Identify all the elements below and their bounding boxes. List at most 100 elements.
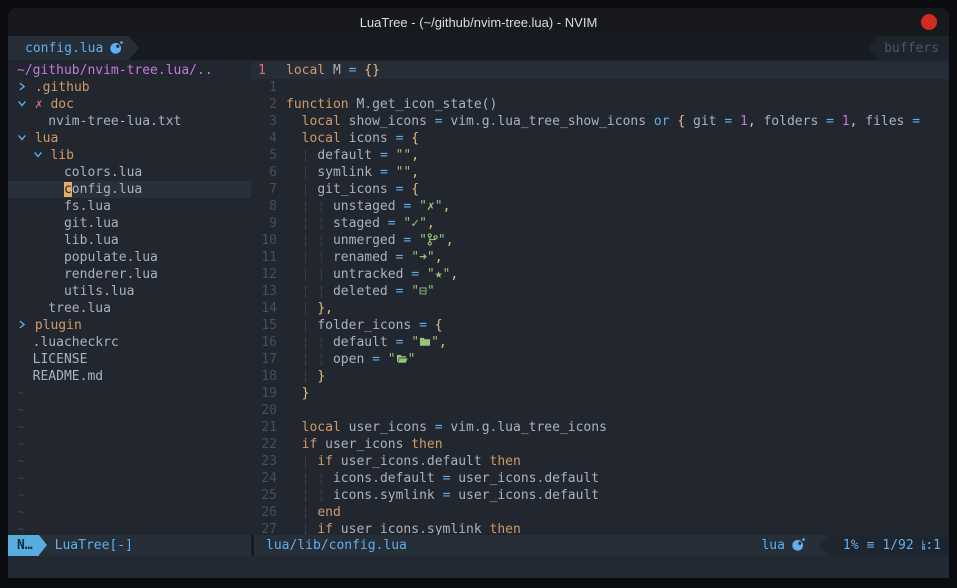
tree-row[interactable]: ~/github/nvim-tree.lua/.. [8,62,251,79]
tree-row[interactable]: git.lua [8,215,251,232]
tree-row[interactable]: ✗ doc [8,96,251,113]
scroll-percent: 1% [843,538,859,553]
lines-icon: ≡ [867,538,875,553]
code-line-text [286,79,949,96]
code-line[interactable]: 10 ¦ ¦ unmerged = "", [251,232,949,249]
window-title: LuaTree - (~/github/nvim-tree.lua) - NVI… [360,15,598,30]
folder-open-icon [396,352,408,367]
code-line-text: local icons = { [286,130,949,147]
code-line[interactable]: 12 ¦ ¦ untracked = "★", [251,266,949,283]
tree-row[interactable]: renderer.lua [8,266,251,283]
code-line-text: ¦ ¦ unmerged = "", [286,232,949,249]
tab-config-lua[interactable]: config.lua [8,36,129,60]
code-line[interactable]: 23 ¦ if user_icons.default then [251,453,949,470]
code-line-text: ¦ git_icons = { [286,181,949,198]
code-line[interactable]: 1local M = {} [251,62,949,79]
code-line-text: ¦ ¦ unstaged = "✗", [286,198,949,215]
code-line[interactable]: 9 ¦ ¦ staged = "✓", [251,215,949,232]
code-line[interactable]: 19 } [251,385,949,402]
statusline-tree-title: LuaTree[-] [55,538,133,553]
empty-line-tilde: ~ [8,470,251,487]
code-line[interactable]: 3 local show_icons = vim.g.lua_tree_show… [251,113,949,130]
code-line-text: ¦ ¦ staged = "✓", [286,215,949,232]
lua-moon-icon [792,538,805,553]
tree-row[interactable]: lib.lua [8,232,251,249]
code-line[interactable]: 8 ¦ ¦ unstaged = "✗", [251,198,949,215]
code-line[interactable]: 4 local icons = { [251,130,949,147]
tree-row[interactable]: LICENSE [8,351,251,368]
tree-row[interactable]: lib [8,147,251,164]
line-number: 25 [251,487,286,504]
line-number: 17 [251,351,286,368]
code-line[interactable]: 22 if user_icons then [251,436,949,453]
line-number: 15 [251,317,286,334]
code-line-text: ¦ if user_icons.default then [286,453,949,470]
filetype-label: lua [761,538,784,553]
code-line-text: ¦ default = "", [286,147,949,164]
code-line[interactable]: 17 ¦ ¦ open = "" [251,351,949,368]
editor-main: ~/github/nvim-tree.lua/.. .github ✗ doc … [8,60,949,535]
tree-row[interactable]: plugin [8,317,251,334]
code-line[interactable]: 11 ¦ ¦ renamed = "➜", [251,249,949,266]
tree-row[interactable]: populate.lua [8,249,251,266]
tree-row[interactable]: lua [8,130,251,147]
tree-row[interactable]: utils.lua [8,283,251,300]
code-line-text: ¦ symlink = "", [286,164,949,181]
tree-row[interactable]: nvim-tree-lua.txt [8,113,251,130]
code-line[interactable]: 6 ¦ symlink = "", [251,164,949,181]
line-number: 3 [251,113,286,130]
empty-line-tilde: ~ [8,487,251,504]
code-line[interactable]: 16 ¦ ¦ default = "", [251,334,949,351]
line-number: 5 [251,147,286,164]
code-line[interactable]: 15 ¦ folder_icons = { [251,317,949,334]
line-number: 20 [251,402,286,419]
code-line[interactable]: 14 ¦ }, [251,300,949,317]
code-line[interactable]: 21 local user_icons = vim.g.lua_tree_ico… [251,419,949,436]
code-line[interactable]: 24 ¦ ¦ icons.default = user_icons.defaul… [251,470,949,487]
tree-row[interactable]: .github [8,79,251,96]
code-line[interactable]: 7 ¦ git_icons = { [251,181,949,198]
code-line[interactable]: 1 [251,79,949,96]
git-branch-icon [427,233,438,248]
tree-row[interactable]: colors.lua [8,164,251,181]
code-line[interactable]: 18 ¦ } [251,368,949,385]
code-line[interactable]: 2function M.get_icon_state() [251,96,949,113]
statusline-tree-segment: N… LuaTree[-] [8,535,251,556]
statusline: N… LuaTree[-] lua/lib/config.lua lua 1% … [8,535,949,556]
code-line[interactable]: 27 ¦ if user_icons.symlink then [251,521,949,535]
code-line-text [286,402,949,419]
code-line-text: ¦ ¦ icons.symlink = user_icons.default [286,487,949,504]
tree-row[interactable]: config.lua [8,181,251,198]
code-line[interactable]: 25 ¦ ¦ icons.symlink = user_icons.defaul… [251,487,949,504]
code-line[interactable]: 26 ¦ end [251,504,949,521]
line-number: 7 [251,181,286,198]
close-button[interactable] [921,14,937,30]
line-number: 24 [251,470,286,487]
command-line[interactable] [8,556,949,578]
tree-row[interactable]: .luacheckrc [8,334,251,351]
lua-moon-icon [110,41,123,56]
code-panel[interactable]: 1local M = {}12function M.get_icon_state… [251,60,949,535]
code-line-text: local M = {} [286,62,949,79]
file-tree-panel[interactable]: ~/github/nvim-tree.lua/.. .github ✗ doc … [8,60,251,535]
statusline-position-cluster: 1% ≡ 1/92 LN:1 [829,535,949,556]
empty-line-tilde: ~ [8,436,251,453]
statusline-filetype: lua [761,538,818,553]
tree-row[interactable]: README.md [8,368,251,385]
line-number: 1 [251,79,286,96]
statusline-file-segment: lua/lib/config.lua lua 1% ≡ 1/92 LN:1 [254,535,949,556]
tree-row[interactable]: tree.lua [8,300,251,317]
code-line-text: ¦ ¦ renamed = "➜", [286,249,949,266]
line-number: 21 [251,419,286,436]
folder-icon [419,335,431,350]
code-line[interactable]: 13 ¦ ¦ deleted = "⊟" [251,283,949,300]
code-line-text: ¦ ¦ default = "", [286,334,949,351]
code-line-text: local user_icons = vim.g.lua_tree_icons [286,419,949,436]
code-line[interactable]: 5 ¦ default = "", [251,147,949,164]
code-line[interactable]: 20 [251,402,949,419]
tab-buffers[interactable]: buffers [878,36,949,60]
tree-row[interactable]: fs.lua [8,198,251,215]
code-line-text: function M.get_icon_state() [286,96,949,113]
tab-arrow [129,36,139,60]
empty-line-tilde: ~ [8,385,251,402]
